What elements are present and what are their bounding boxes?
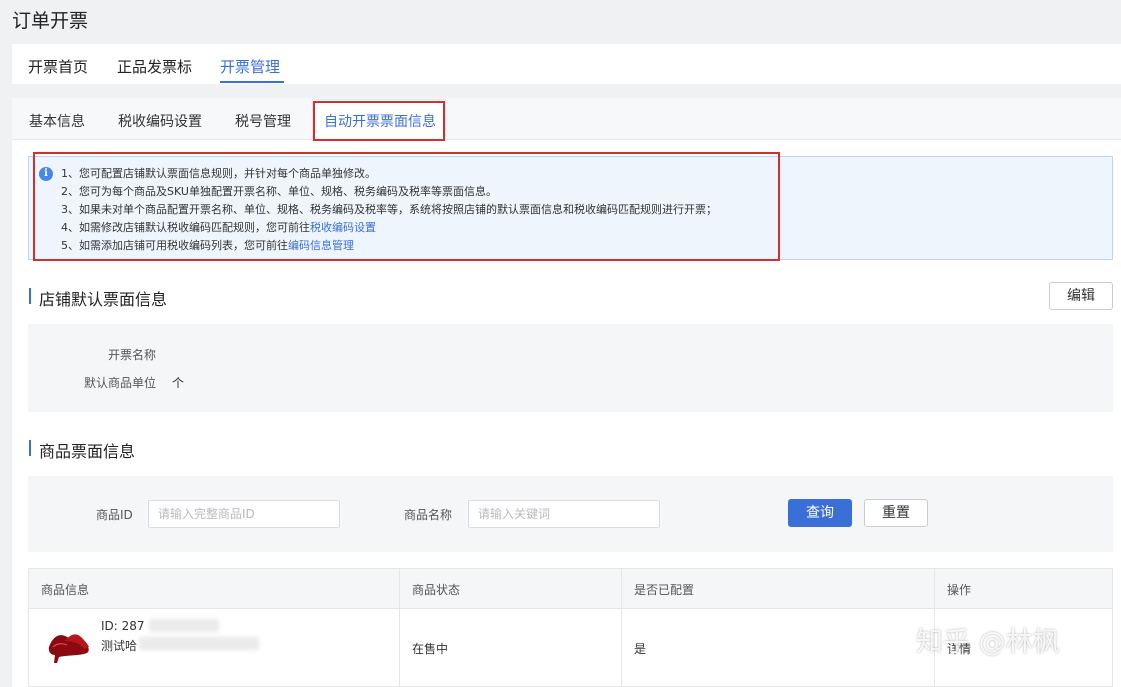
product-id-text: ID: 287 [101, 619, 145, 633]
table-header: 商品信息 商品状态 是否已配置 操作 [29, 569, 1112, 609]
configured-value: 是 [634, 642, 647, 656]
watermark: 知乎 @林枫 [916, 627, 1060, 658]
highlight-box-info [33, 152, 780, 261]
reset-button[interactable]: 重置 [864, 499, 928, 527]
product-name-text: 测试哈 [101, 639, 138, 653]
column-divider [621, 569, 622, 687]
store-default-title: 店铺默认票面信息 [29, 286, 167, 310]
query-button[interactable]: 查询 [788, 499, 852, 527]
tab-genuine-invoice[interactable]: 正品发票标 [117, 56, 192, 77]
subtab-basic-info[interactable]: 基本信息 [29, 111, 85, 131]
highlight-box-subtab [313, 101, 445, 141]
filter-block: 商品ID 商品名称 查询 重置 [28, 476, 1113, 552]
product-name-label: 商品名称 [404, 508, 453, 522]
redaction-blur [149, 619, 219, 632]
header-configured: 是否已配置 [634, 583, 695, 597]
column-divider [399, 569, 400, 687]
product-id-input[interactable] [148, 500, 340, 528]
product-status: 在售中 [412, 642, 449, 656]
product-thumbnail [48, 634, 89, 663]
default-unit-value: 个 [172, 376, 185, 390]
tab-invoice-home[interactable]: 开票首页 [28, 56, 88, 77]
product-name-input[interactable] [468, 500, 660, 528]
subtab-tax-code-settings[interactable]: 税收编码设置 [118, 111, 202, 131]
page-title: 订单开票 [12, 10, 89, 32]
redaction-blur [139, 637, 259, 650]
header-action: 操作 [947, 583, 972, 597]
header-product-info: 商品信息 [41, 583, 90, 597]
sub-tabs: 基本信息 税收编码设置 税号管理 自动开票票面信息 [12, 98, 1121, 141]
store-info-block: 开票名称 默认商品单位 个 [28, 324, 1113, 412]
tab-invoice-management[interactable]: 开票管理 [220, 56, 280, 77]
active-tab-indicator [220, 81, 284, 83]
product-id-label: 商品ID [96, 508, 133, 522]
default-unit-label: 默认商品单位 [83, 376, 156, 390]
content-panel: 基本信息 税收编码设置 税号管理 自动开票票面信息 i 1、您可配置店铺默认票面… [12, 98, 1121, 687]
invoice-name-label: 开票名称 [107, 348, 156, 362]
header-product-status: 商品状态 [412, 583, 461, 597]
edit-button[interactable]: 编辑 [1049, 282, 1113, 310]
product-section-title: 商品票面信息 [29, 438, 135, 462]
subtab-tax-number-management[interactable]: 税号管理 [235, 111, 291, 131]
main-tabs: 开票首页 正品发票标 开票管理 [12, 44, 1121, 84]
